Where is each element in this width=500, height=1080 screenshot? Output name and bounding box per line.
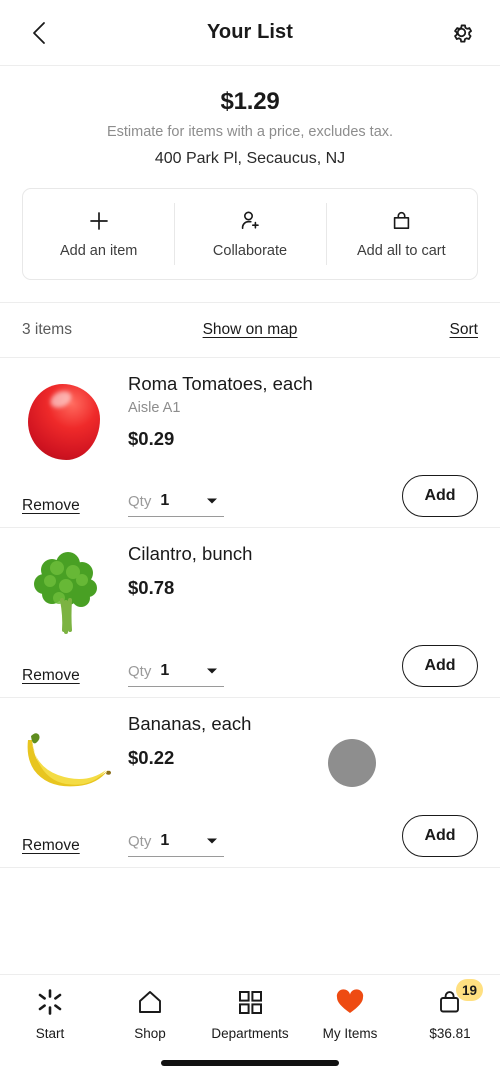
nav-label-start: Start xyxy=(35,1026,65,1041)
chevron-down-icon xyxy=(206,662,218,680)
quantity-value: 1 xyxy=(160,662,170,679)
item-price: $0.29 xyxy=(128,428,175,450)
item-controls: Remove Qty 1 Add xyxy=(0,475,500,517)
cilantro-image xyxy=(22,546,110,634)
add-all-to-cart-label: Add all to cart xyxy=(356,243,446,259)
item-aisle: Aisle A1 xyxy=(128,400,181,417)
add-all-to-cart-action[interactable]: Add all to cart xyxy=(325,189,477,279)
add-an-item-action[interactable]: Add an item xyxy=(23,189,174,279)
cart-bag-icon: 19 xyxy=(436,979,483,1017)
home-indicator xyxy=(161,1060,339,1066)
back-button[interactable] xyxy=(22,16,56,50)
show-on-map-link[interactable]: Show on map xyxy=(203,321,298,338)
cart-badge-count: 19 xyxy=(456,979,483,1001)
add-button[interactable]: Add xyxy=(402,645,478,687)
item-count: 3 items xyxy=(22,321,72,338)
quantity-label: Qty xyxy=(128,832,152,850)
remove-button[interactable]: Remove xyxy=(22,837,118,857)
item-controls: Remove Qty 1 Add xyxy=(0,815,500,857)
nav-item-cart[interactable]: 19 $36.81 xyxy=(400,979,500,1041)
list-summary: $1.29 Estimate for items with a price, e… xyxy=(0,66,500,168)
person-add-icon xyxy=(238,209,262,233)
settings-button[interactable] xyxy=(444,16,478,50)
nav-label-cart-total: $36.81 xyxy=(429,1026,471,1041)
heart-icon xyxy=(335,987,365,1017)
gear-icon xyxy=(453,24,472,43)
tomato-image xyxy=(22,376,110,464)
banana-image xyxy=(22,716,111,804)
remove-button[interactable]: Remove xyxy=(22,497,118,517)
nav-item-start[interactable]: Start xyxy=(0,987,100,1041)
item-name: Cilantro, bunch xyxy=(128,543,253,564)
quantity-stepper[interactable]: Qty 1 xyxy=(128,492,224,517)
nav-label-departments: Departments xyxy=(211,1026,289,1041)
store-address: 400 Park Pl, Secaucus, NJ xyxy=(154,150,346,167)
list-item[interactable]: Cilantro, bunch $0.78 Remove Qty 1 Add xyxy=(0,528,500,698)
remove-button[interactable]: Remove xyxy=(22,667,118,687)
add-button[interactable]: Add xyxy=(402,815,478,857)
item-price: $0.78 xyxy=(128,577,175,599)
list-item[interactable]: Roma Tomatoes, each Aisle A1 $0.29 Remov… xyxy=(0,358,500,528)
shopping-bag-icon xyxy=(390,209,413,233)
list-items: Roma Tomatoes, each Aisle A1 $0.29 Remov… xyxy=(0,358,500,974)
nav-item-shop[interactable]: Shop xyxy=(100,987,200,1041)
nav-label-my-items: My Items xyxy=(322,1026,378,1041)
list-meta-row: 3 items Show on map Sort xyxy=(0,302,500,358)
item-name: Bananas, each xyxy=(128,713,252,734)
home-icon xyxy=(136,987,164,1017)
sort-button[interactable]: Sort xyxy=(450,321,478,338)
quick-actions-panel: Add an item Collaborate Add all to cart xyxy=(22,188,478,280)
estimate-note: Estimate for items with a price, exclude… xyxy=(106,124,394,140)
nav-item-departments[interactable]: Departments xyxy=(200,987,300,1041)
quantity-value: 1 xyxy=(160,492,170,509)
collaborate-label: Collaborate xyxy=(212,243,288,259)
page-title: Your List xyxy=(206,21,294,43)
top-bar: Your List xyxy=(0,0,500,66)
estimated-total: $1.29 xyxy=(220,88,280,115)
grid-icon xyxy=(237,987,264,1017)
shopping-list-screen: Your List $1.29 Estimate for items with … xyxy=(0,0,500,1080)
add-an-item-label: Add an item xyxy=(59,243,138,259)
chevron-down-icon xyxy=(206,832,218,850)
spark-icon xyxy=(36,987,64,1017)
add-button[interactable]: Add xyxy=(402,475,478,517)
quantity-label: Qty xyxy=(128,492,152,510)
collaborate-action[interactable]: Collaborate xyxy=(174,189,325,279)
item-price: $0.22 xyxy=(128,747,175,769)
item-name: Roma Tomatoes, each xyxy=(128,373,313,394)
chevron-down-icon xyxy=(206,492,218,510)
sort-cell: Sort xyxy=(328,321,478,339)
item-controls: Remove Qty 1 Add xyxy=(0,645,500,687)
quantity-stepper[interactable]: Qty 1 xyxy=(128,662,224,687)
quantity-label: Qty xyxy=(128,662,152,680)
quantity-value: 1 xyxy=(160,832,170,849)
show-on-map-cell: Show on map xyxy=(172,321,327,339)
quantity-stepper[interactable]: Qty 1 xyxy=(128,832,224,857)
nav-label-shop: Shop xyxy=(134,1026,166,1041)
plus-icon xyxy=(88,209,110,233)
nav-item-my-items[interactable]: My Items xyxy=(300,987,400,1041)
chevron-left-icon xyxy=(33,21,45,44)
list-item[interactable]: Bananas, each $0.22 Remove Qty 1 Add xyxy=(0,698,500,868)
